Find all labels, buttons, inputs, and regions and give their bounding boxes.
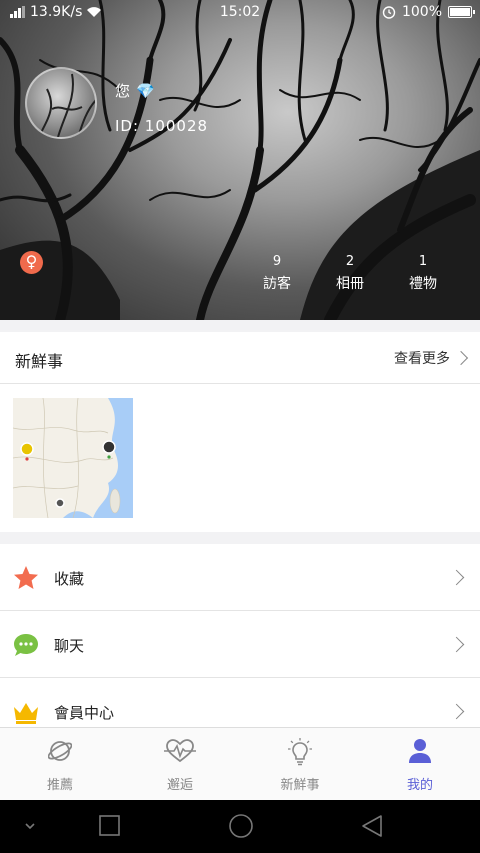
menu-item-favorites[interactable]: 收藏 bbox=[0, 544, 480, 611]
gender-female-icon: ♀ bbox=[20, 251, 43, 274]
tab-mine[interactable]: 我的 bbox=[360, 728, 480, 801]
tab-label: 新鮮事 bbox=[280, 778, 320, 793]
star-icon bbox=[14, 566, 38, 589]
stat-value: 9 bbox=[272, 254, 282, 269]
map-image bbox=[13, 398, 133, 518]
map-thumbnail[interactable] bbox=[13, 398, 133, 518]
profile-screen: 13.9K/s 15:02 100% 您 💎 ID: 100028 ♀ 9 訪客… bbox=[0, 0, 480, 853]
status-right: 100% bbox=[382, 4, 475, 20]
chevron-right-icon bbox=[448, 569, 465, 586]
chevron-right-icon bbox=[448, 703, 465, 720]
menu-item-label: 會員中心 bbox=[54, 704, 115, 722]
recents-icon bbox=[99, 815, 120, 836]
home-icon bbox=[229, 814, 253, 838]
chevron-right-icon bbox=[448, 636, 465, 653]
crown-icon bbox=[14, 703, 38, 724]
bottom-tab-bar: 推薦 邂逅 新鮮事 我的 bbox=[0, 727, 480, 800]
menu-item-chat[interactable]: 聊天 bbox=[0, 611, 480, 678]
whats-new-title: 新鮮事 bbox=[15, 352, 64, 371]
menu-list: 收藏 聊天 會員中心 bbox=[0, 544, 480, 745]
tab-label: 邂逅 bbox=[166, 778, 193, 793]
stat-gifts[interactable]: 1 禮物 bbox=[393, 254, 453, 293]
person-icon bbox=[409, 739, 431, 763]
nickname-row: 您 💎 bbox=[115, 80, 155, 101]
diamond-icon: 💎 bbox=[136, 81, 155, 100]
lightbulb-icon bbox=[288, 738, 312, 766]
whats-new-card: 新鮮事 查看更多 bbox=[0, 332, 480, 532]
stat-value: 1 bbox=[418, 254, 428, 269]
stat-albums[interactable]: 2 相冊 bbox=[320, 254, 380, 293]
heartbeat-icon bbox=[164, 739, 196, 763]
chat-bubble-icon bbox=[14, 634, 38, 656]
user-id: ID: 100028 bbox=[115, 117, 209, 135]
tab-label: 推薦 bbox=[46, 778, 73, 793]
tab-encounter[interactable]: 邂逅 bbox=[120, 728, 240, 801]
collapse-icon bbox=[25, 823, 35, 830]
menu-item-label: 收藏 bbox=[54, 570, 85, 588]
back-icon bbox=[362, 815, 382, 837]
nickname: 您 bbox=[115, 82, 131, 100]
system-nav-bar bbox=[0, 800, 480, 853]
battery-icon bbox=[448, 6, 475, 18]
stat-label: 訪客 bbox=[263, 276, 291, 292]
alarm-icon bbox=[382, 6, 396, 19]
menu-item-label: 聊天 bbox=[54, 637, 85, 655]
system-nav-buttons bbox=[25, 814, 382, 838]
tab-whats-new[interactable]: 新鮮事 bbox=[240, 728, 360, 801]
stat-visitors[interactable]: 9 訪客 bbox=[247, 254, 307, 293]
whats-new-header: 新鮮事 查看更多 bbox=[0, 332, 480, 384]
battery-percent: 100% bbox=[401, 4, 442, 20]
chevron-right-icon bbox=[453, 350, 469, 366]
status-bar: 13.9K/s 15:02 100% bbox=[0, 0, 480, 26]
view-more-label: 查看更多 bbox=[394, 351, 450, 367]
stat-value: 2 bbox=[345, 254, 355, 269]
tab-recommend[interactable]: 推薦 bbox=[0, 728, 120, 801]
view-more-link[interactable]: 查看更多 bbox=[394, 348, 469, 368]
planet-icon bbox=[48, 741, 72, 761]
stat-label: 禮物 bbox=[409, 276, 437, 292]
tab-label: 我的 bbox=[406, 778, 433, 793]
avatar[interactable] bbox=[25, 67, 97, 139]
stat-label: 相冊 bbox=[336, 276, 364, 292]
